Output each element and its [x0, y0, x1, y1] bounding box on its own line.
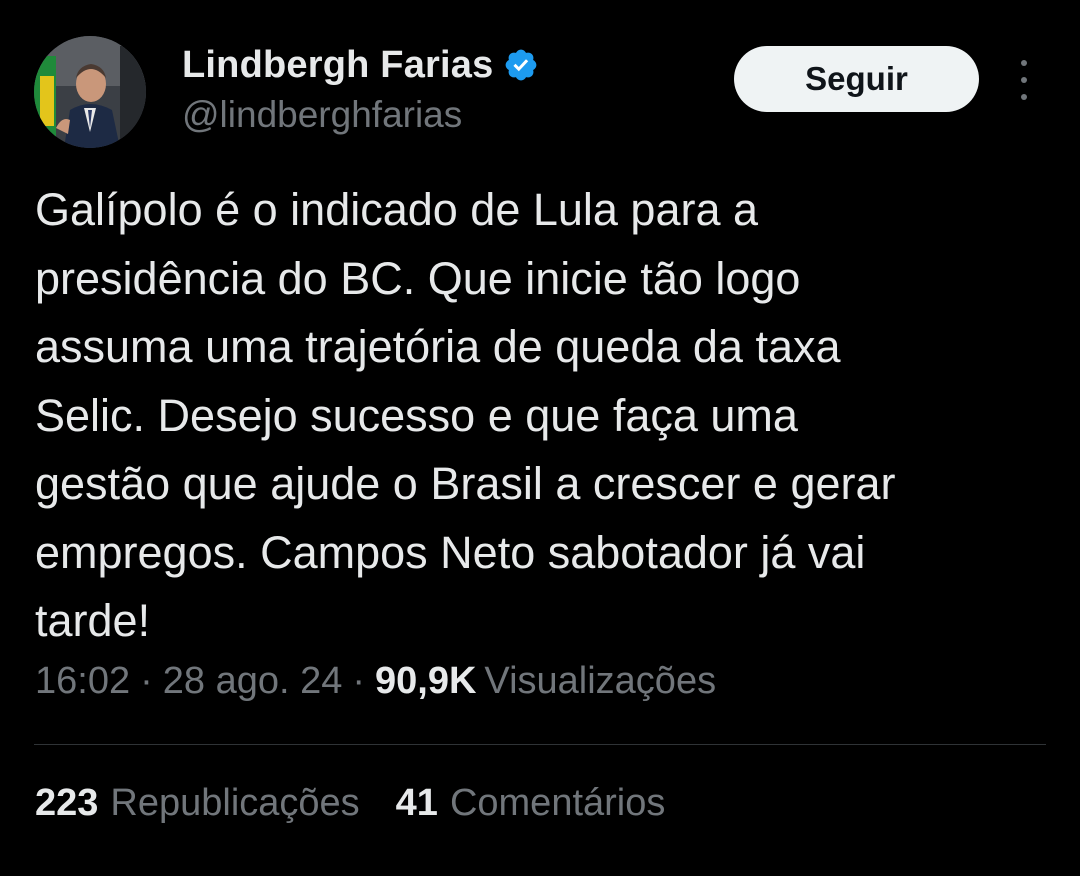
more-dot [1021, 77, 1027, 83]
reposts-stat[interactable]: 223 Republicações [35, 782, 360, 825]
meta-separator: · [352, 660, 366, 702]
views-label: Visualizações [484, 660, 717, 702]
tweet-line: empregos. Campos Neto sabotador já vai [35, 526, 866, 578]
more-vertical-icon[interactable] [1012, 60, 1036, 100]
author-info: Lindbergh Farias @lindberghfarias [182, 40, 539, 136]
tweet-line: presidência do BC. Que inicie tão logo [35, 252, 801, 304]
tweet-line: assuma uma trajetória de queda da taxa [35, 321, 841, 372]
divider [34, 744, 1046, 745]
tweet-line: tarde! [35, 595, 151, 646]
author-handle[interactable]: @lindberghfarias [182, 94, 539, 136]
more-dot [1021, 94, 1027, 100]
tweet-line: Galípolo é o indicado de Lula para a [35, 184, 759, 235]
reposts-label: Republicações [110, 782, 360, 824]
tweet-time[interactable]: 16:02 [35, 660, 130, 703]
engagement-stats: 223 Republicações 41 Comentários [35, 782, 665, 825]
avatar[interactable] [34, 36, 146, 148]
tweet-date[interactable]: 28 ago. 24 [163, 660, 343, 703]
meta-separator: · [140, 660, 153, 702]
comments-count: 41 [395, 782, 438, 824]
comments-label: Comentários [449, 782, 666, 824]
follow-button[interactable]: Seguir [734, 46, 979, 112]
tweet-meta: 16:02 · 28 ago. 24 · 90,9K Visualizações [35, 660, 716, 703]
views-count: 90,9K [375, 660, 477, 702]
author-display-name[interactable]: Lindbergh Farias [182, 44, 493, 87]
verified-badge-icon [503, 47, 539, 83]
comments-stat[interactable]: 41 Comentários [396, 782, 666, 825]
avatar-photo [34, 36, 146, 148]
tweet-body: Galípolo é o indicado de Lula para a pre… [35, 176, 1035, 656]
tweet-line: Selic. Desejo sucesso e que faça uma [35, 389, 798, 441]
more-dot [1021, 60, 1027, 66]
tweet-line: gestão que ajude o Brasil a crescer e ge… [35, 458, 896, 509]
tweet-header: Lindbergh Farias @lindberghfarias Seguir [34, 34, 1046, 150]
reposts-count: 223 [35, 782, 99, 824]
